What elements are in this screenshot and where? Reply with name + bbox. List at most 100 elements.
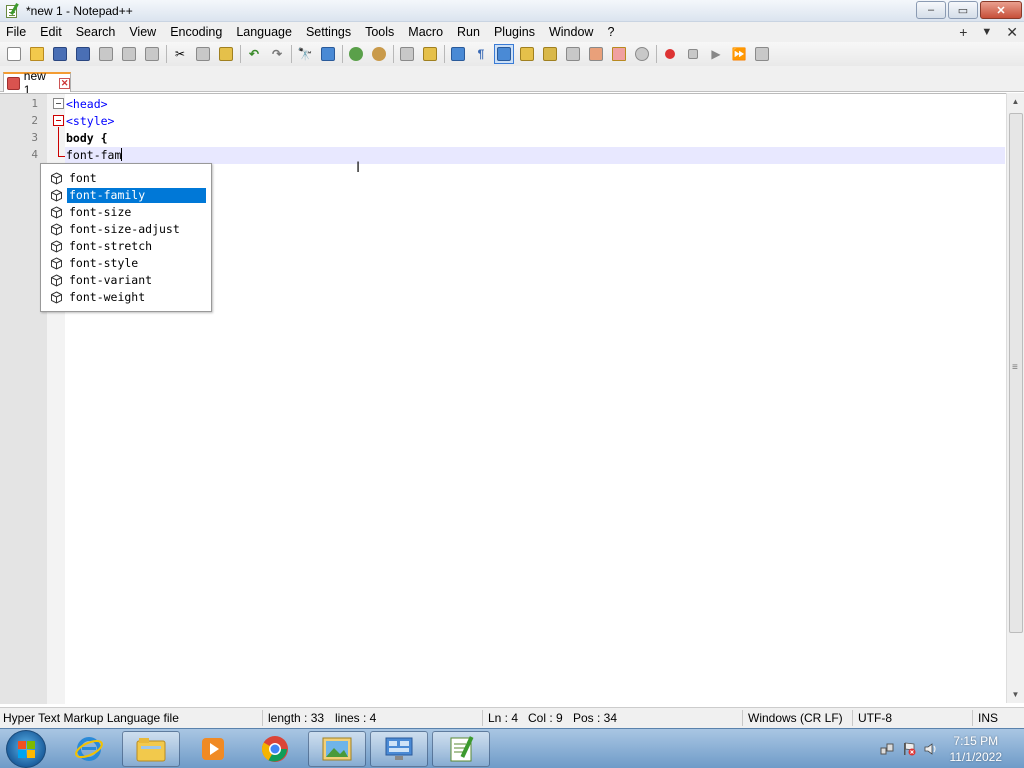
macro-save-button[interactable] — [752, 44, 772, 64]
taskbar-remote-desktop[interactable] — [370, 731, 428, 767]
redo-button[interactable]: ↷ — [267, 44, 287, 64]
status-insert-mode[interactable]: INS — [978, 711, 998, 725]
find-button[interactable]: 🔭 — [295, 44, 315, 64]
windows-logo-icon — [18, 741, 36, 759]
system-tray: 7:15 PM 11/1/2022 — [854, 729, 1024, 768]
close-all-button[interactable] — [119, 44, 139, 64]
status-separator — [742, 710, 743, 726]
printer-icon — [145, 47, 159, 61]
toolbar-separator — [166, 45, 167, 63]
copy-button[interactable] — [193, 44, 213, 64]
volume-icon[interactable] — [924, 742, 938, 756]
paste-button[interactable] — [216, 44, 236, 64]
taskbar-internet-explorer[interactable] — [60, 731, 118, 767]
autocomplete-item[interactable]: font — [41, 170, 211, 187]
macro-stop-button[interactable] — [683, 44, 703, 64]
code-line-4: font-fam — [66, 148, 122, 162]
fast-forward-icon: ⏩ — [731, 47, 747, 61]
save-all-button[interactable] — [73, 44, 93, 64]
function-list-button[interactable] — [586, 44, 606, 64]
autocomplete-item-label: font-variant — [69, 273, 153, 287]
open-file-button[interactable] — [27, 44, 47, 64]
notepadpp-app-icon[interactable] — [4, 2, 20, 19]
windows-taskbar: 7:15 PM 11/1/2022 — [0, 728, 1024, 768]
word-wrap-button[interactable] — [448, 44, 468, 64]
action-center-flag-icon[interactable] — [902, 742, 916, 756]
menu-help[interactable]: ? — [601, 22, 622, 42]
tab-close-icon[interactable]: ✕ — [59, 77, 70, 89]
sync-horizontal-button[interactable] — [420, 44, 440, 64]
close-button[interactable]: ✕ — [980, 1, 1022, 19]
vertical-scrollbar[interactable]: ▲ ▼ — [1006, 93, 1024, 703]
taskbar-notepadpp[interactable] — [432, 731, 490, 767]
toolbar: ✂ ↶ ↷ 🔭 ¶ ▶ ⏩ — [0, 42, 1024, 66]
cut-button[interactable]: ✂ — [170, 44, 190, 64]
minimize-button[interactable]: – — [916, 1, 946, 19]
document-list-button[interactable] — [563, 44, 583, 64]
taskbar-file-explorer[interactable] — [122, 731, 180, 767]
new-file-button[interactable] — [4, 44, 24, 64]
tab-list-dropdown-button[interactable]: ▼ — [981, 22, 992, 42]
show-all-chars-button[interactable]: ¶ — [471, 44, 491, 64]
menu-tools[interactable]: Tools — [359, 22, 402, 42]
taskbar-chrome[interactable] — [246, 731, 304, 767]
menu-settings[interactable]: Settings — [300, 22, 359, 42]
menu-file[interactable]: File — [0, 22, 34, 42]
toolbar-separator — [291, 45, 292, 63]
macro-record-button[interactable] — [660, 44, 680, 64]
start-button[interactable] — [6, 730, 46, 768]
taskbar-photo-viewer[interactable] — [308, 731, 366, 767]
fold-toggle-style[interactable] — [53, 115, 64, 126]
autocomplete-item[interactable]: font-weight — [41, 289, 211, 306]
status-encoding[interactable]: UTF-8 — [858, 711, 892, 725]
folder-as-workspace-button[interactable] — [609, 44, 629, 64]
autocomplete-item[interactable]: font-size-adjust — [41, 221, 211, 238]
menu-search[interactable]: Search — [70, 22, 124, 42]
maximize-button[interactable]: ▭ — [948, 1, 978, 19]
save-button[interactable] — [50, 44, 70, 64]
zoom-out-icon — [372, 47, 386, 61]
monitoring-button[interactable] — [632, 44, 652, 64]
menu-macro[interactable]: Macro — [402, 22, 451, 42]
scroll-up-arrow-icon[interactable]: ▲ — [1007, 93, 1024, 110]
menu-run[interactable]: Run — [451, 22, 488, 42]
document-map-button[interactable] — [540, 44, 560, 64]
menu-window[interactable]: Window — [543, 22, 601, 42]
zoom-out-button[interactable] — [369, 44, 389, 64]
sync-vertical-button[interactable] — [397, 44, 417, 64]
print-button[interactable] — [142, 44, 162, 64]
title-bar[interactable]: *new 1 - Notepad++ – ▭ ✕ — [0, 0, 1024, 22]
window-title: *new 1 - Notepad++ — [26, 3, 133, 18]
fold-toggle-head[interactable] — [53, 98, 64, 109]
taskbar-clock[interactable]: 7:15 PM 11/1/2022 — [950, 733, 1003, 765]
new-tab-plus-button[interactable]: + — [959, 22, 967, 42]
scrollbar-thumb[interactable] — [1009, 113, 1023, 633]
undo-button[interactable]: ↶ — [244, 44, 264, 64]
network-icon[interactable] — [880, 742, 894, 756]
menu-language[interactable]: Language — [230, 22, 300, 42]
menu-edit[interactable]: Edit — [34, 22, 70, 42]
taskbar-media-player[interactable] — [184, 731, 242, 767]
autocomplete-item[interactable]: font-stretch — [41, 238, 211, 255]
cube-icon — [51, 240, 62, 253]
macro-run-multiple-button[interactable]: ⏩ — [729, 44, 749, 64]
user-defined-language-button[interactable] — [517, 44, 537, 64]
menu-encoding[interactable]: Encoding — [164, 22, 230, 42]
replace-button[interactable] — [318, 44, 338, 64]
status-eol-format[interactable]: Windows (CR LF) — [748, 711, 843, 725]
autocomplete-item[interactable]: font-variant — [41, 272, 211, 289]
close-file-button[interactable] — [96, 44, 116, 64]
cube-icon — [51, 274, 62, 287]
close-document-button[interactable]: ✕ — [1006, 22, 1018, 42]
indent-guide-button[interactable] — [494, 44, 514, 64]
folder-icon — [136, 738, 166, 762]
autocomplete-item[interactable]: font-style — [41, 255, 211, 272]
scroll-down-arrow-icon[interactable]: ▼ — [1007, 686, 1024, 703]
zoom-in-button[interactable] — [346, 44, 366, 64]
menu-view[interactable]: View — [123, 22, 164, 42]
macro-play-button[interactable]: ▶ — [706, 44, 726, 64]
autocomplete-item[interactable]: font-size — [41, 204, 211, 221]
tab-new-1[interactable]: new 1 ✕ — [3, 69, 71, 97]
menu-plugins[interactable]: Plugins — [488, 22, 543, 42]
autocomplete-item-selected[interactable]: font-family — [41, 187, 211, 204]
